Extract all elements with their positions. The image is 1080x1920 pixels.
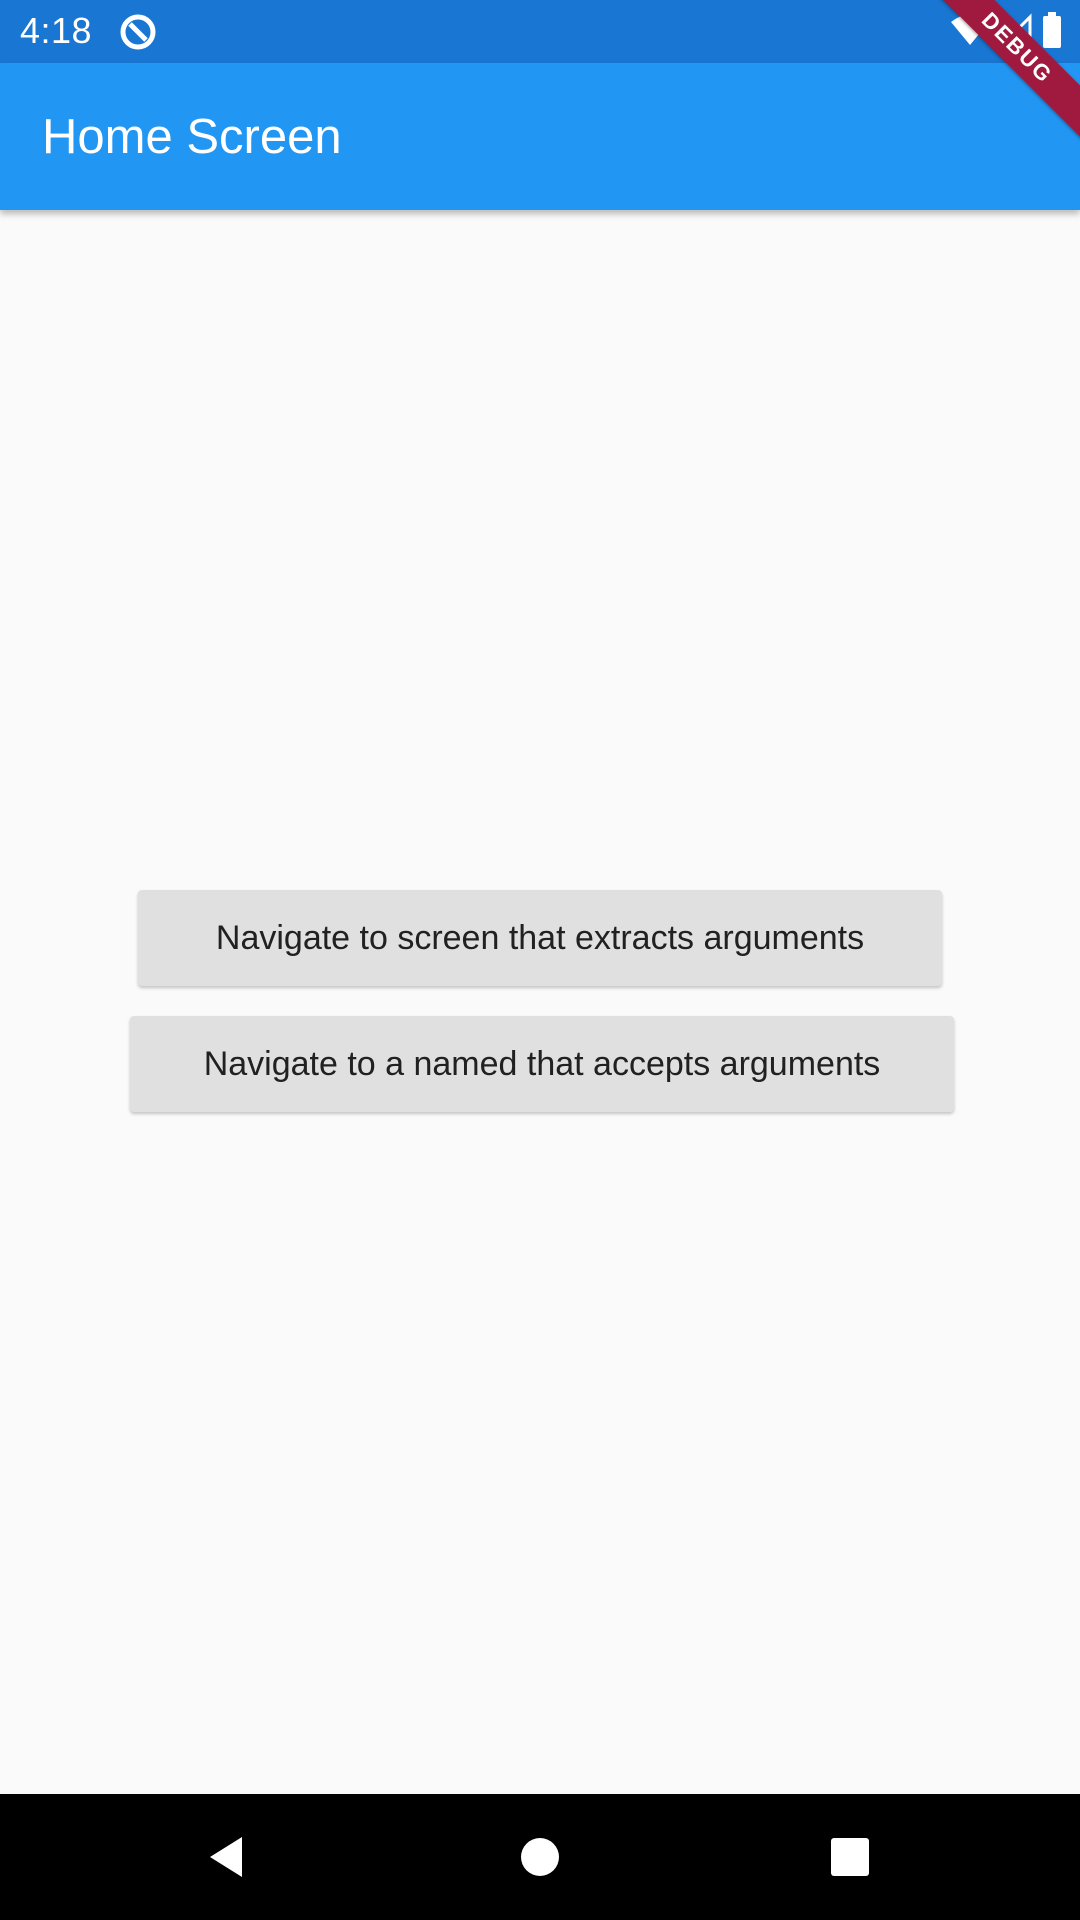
system-nav-bar bbox=[0, 1794, 1080, 1920]
body-area: Navigate to screen that extracts argumen… bbox=[0, 210, 1080, 1794]
back-icon[interactable] bbox=[191, 1822, 261, 1892]
recents-icon[interactable] bbox=[815, 1822, 885, 1892]
status-time: 4:18 bbox=[20, 10, 93, 51]
navigate-extract-arguments-button[interactable]: Navigate to screen that extracts argumen… bbox=[138, 890, 942, 986]
app-bar: Home Screen bbox=[0, 63, 1080, 210]
battery-icon bbox=[1042, 11, 1062, 53]
home-icon[interactable] bbox=[505, 1822, 575, 1892]
page-title: Home Screen bbox=[42, 110, 342, 164]
notification-icon bbox=[118, 12, 158, 52]
status-bar: 4:18 bbox=[0, 0, 1080, 63]
navigate-named-route-button[interactable]: Navigate to a named that accepts argumen… bbox=[130, 1016, 954, 1112]
